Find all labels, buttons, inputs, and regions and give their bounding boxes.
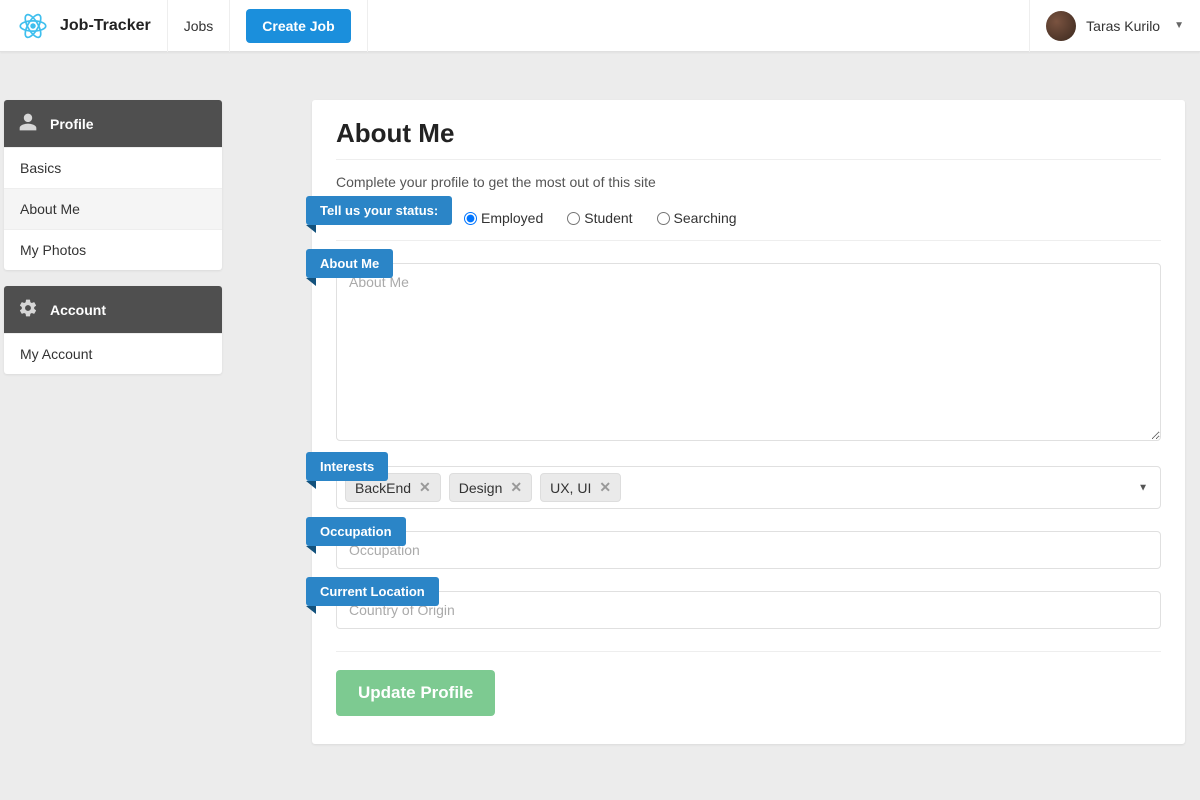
sidebar-title-account: Account — [50, 302, 106, 318]
main: About Me Complete your profile to get th… — [312, 100, 1200, 744]
chevron-down-icon: ▼ — [1174, 20, 1184, 31]
page-desc: Complete your profile to get the most ou… — [336, 174, 1161, 190]
location-label: Current Location — [306, 577, 439, 606]
occupation-input[interactable] — [336, 531, 1161, 569]
status-label-student: Student — [584, 210, 632, 226]
tag-uxui: UX, UI ✕ — [540, 473, 621, 502]
about-textarea[interactable] — [336, 263, 1161, 441]
create-slot: Create Job — [230, 0, 367, 52]
sidebar-title-profile: Profile — [50, 116, 94, 132]
radio-employed[interactable] — [464, 212, 477, 225]
sidebar-item-my-account[interactable]: My Account — [4, 333, 222, 374]
nav-jobs[interactable]: Jobs — [168, 0, 231, 52]
tag-label: Design — [459, 480, 503, 496]
radio-student[interactable] — [567, 212, 580, 225]
status-option-employed[interactable]: Employed — [464, 210, 543, 226]
status-label-searching: Searching — [674, 210, 737, 226]
sidebar-header-profile: Profile — [4, 100, 222, 147]
user-icon — [18, 112, 38, 135]
sidebar-header-account: Account — [4, 286, 222, 333]
sidebar-item-basics[interactable]: Basics — [4, 147, 222, 188]
profile-card: About Me Complete your profile to get th… — [312, 100, 1185, 744]
top-nav: Job-Tracker Jobs Create Job Taras Kurilo… — [0, 0, 1200, 52]
sidebar-group-account: Account My Account — [4, 286, 222, 374]
brand-text: Job-Tracker — [60, 17, 151, 35]
about-label: About Me — [306, 249, 393, 278]
field-about: About Me — [336, 263, 1161, 444]
status-row: Employed Student Searching — [336, 210, 1161, 241]
divider — [336, 651, 1161, 652]
field-location: Current Location — [336, 591, 1161, 629]
occupation-label: Occupation — [306, 517, 406, 546]
user-menu[interactable]: Taras Kurilo ▼ — [1029, 0, 1200, 52]
field-interests: Interests BackEnd ✕ Design ✕ UX, UI ✕ ▼ — [336, 466, 1161, 509]
create-job-button[interactable]: Create Job — [246, 9, 350, 43]
status-label: Tell us your status: — [306, 196, 452, 225]
tag-design: Design ✕ — [449, 473, 532, 502]
interests-select[interactable]: BackEnd ✕ Design ✕ UX, UI ✕ ▼ — [336, 466, 1161, 509]
status-option-searching[interactable]: Searching — [657, 210, 737, 226]
location-input[interactable] — [336, 591, 1161, 629]
sidebar-item-about-me[interactable]: About Me — [4, 188, 222, 229]
update-profile-button[interactable]: Update Profile — [336, 670, 495, 716]
status-label-employed: Employed — [481, 210, 543, 226]
status-option-student[interactable]: Student — [567, 210, 632, 226]
react-logo-icon — [16, 9, 50, 43]
user-name: Taras Kurilo — [1086, 18, 1160, 34]
sidebar: Profile Basics About Me My Photos Accoun… — [4, 100, 222, 390]
sidebar-item-my-photos[interactable]: My Photos — [4, 229, 222, 270]
field-occupation: Occupation — [336, 531, 1161, 569]
tag-label: BackEnd — [355, 480, 411, 496]
interests-label: Interests — [306, 452, 388, 481]
radio-searching[interactable] — [657, 212, 670, 225]
remove-tag-icon[interactable]: ✕ — [510, 479, 522, 496]
tag-label: UX, UI — [550, 480, 591, 496]
field-status: Tell us your status: Employed Student Se… — [336, 210, 1161, 241]
sidebar-group-profile: Profile Basics About Me My Photos — [4, 100, 222, 270]
remove-tag-icon[interactable]: ✕ — [419, 479, 431, 496]
gear-icon — [18, 298, 38, 321]
chevron-down-icon: ▼ — [1138, 482, 1148, 493]
brand[interactable]: Job-Tracker — [0, 0, 168, 52]
avatar — [1046, 11, 1076, 41]
page-title: About Me — [336, 118, 1161, 160]
remove-tag-icon[interactable]: ✕ — [599, 479, 611, 496]
